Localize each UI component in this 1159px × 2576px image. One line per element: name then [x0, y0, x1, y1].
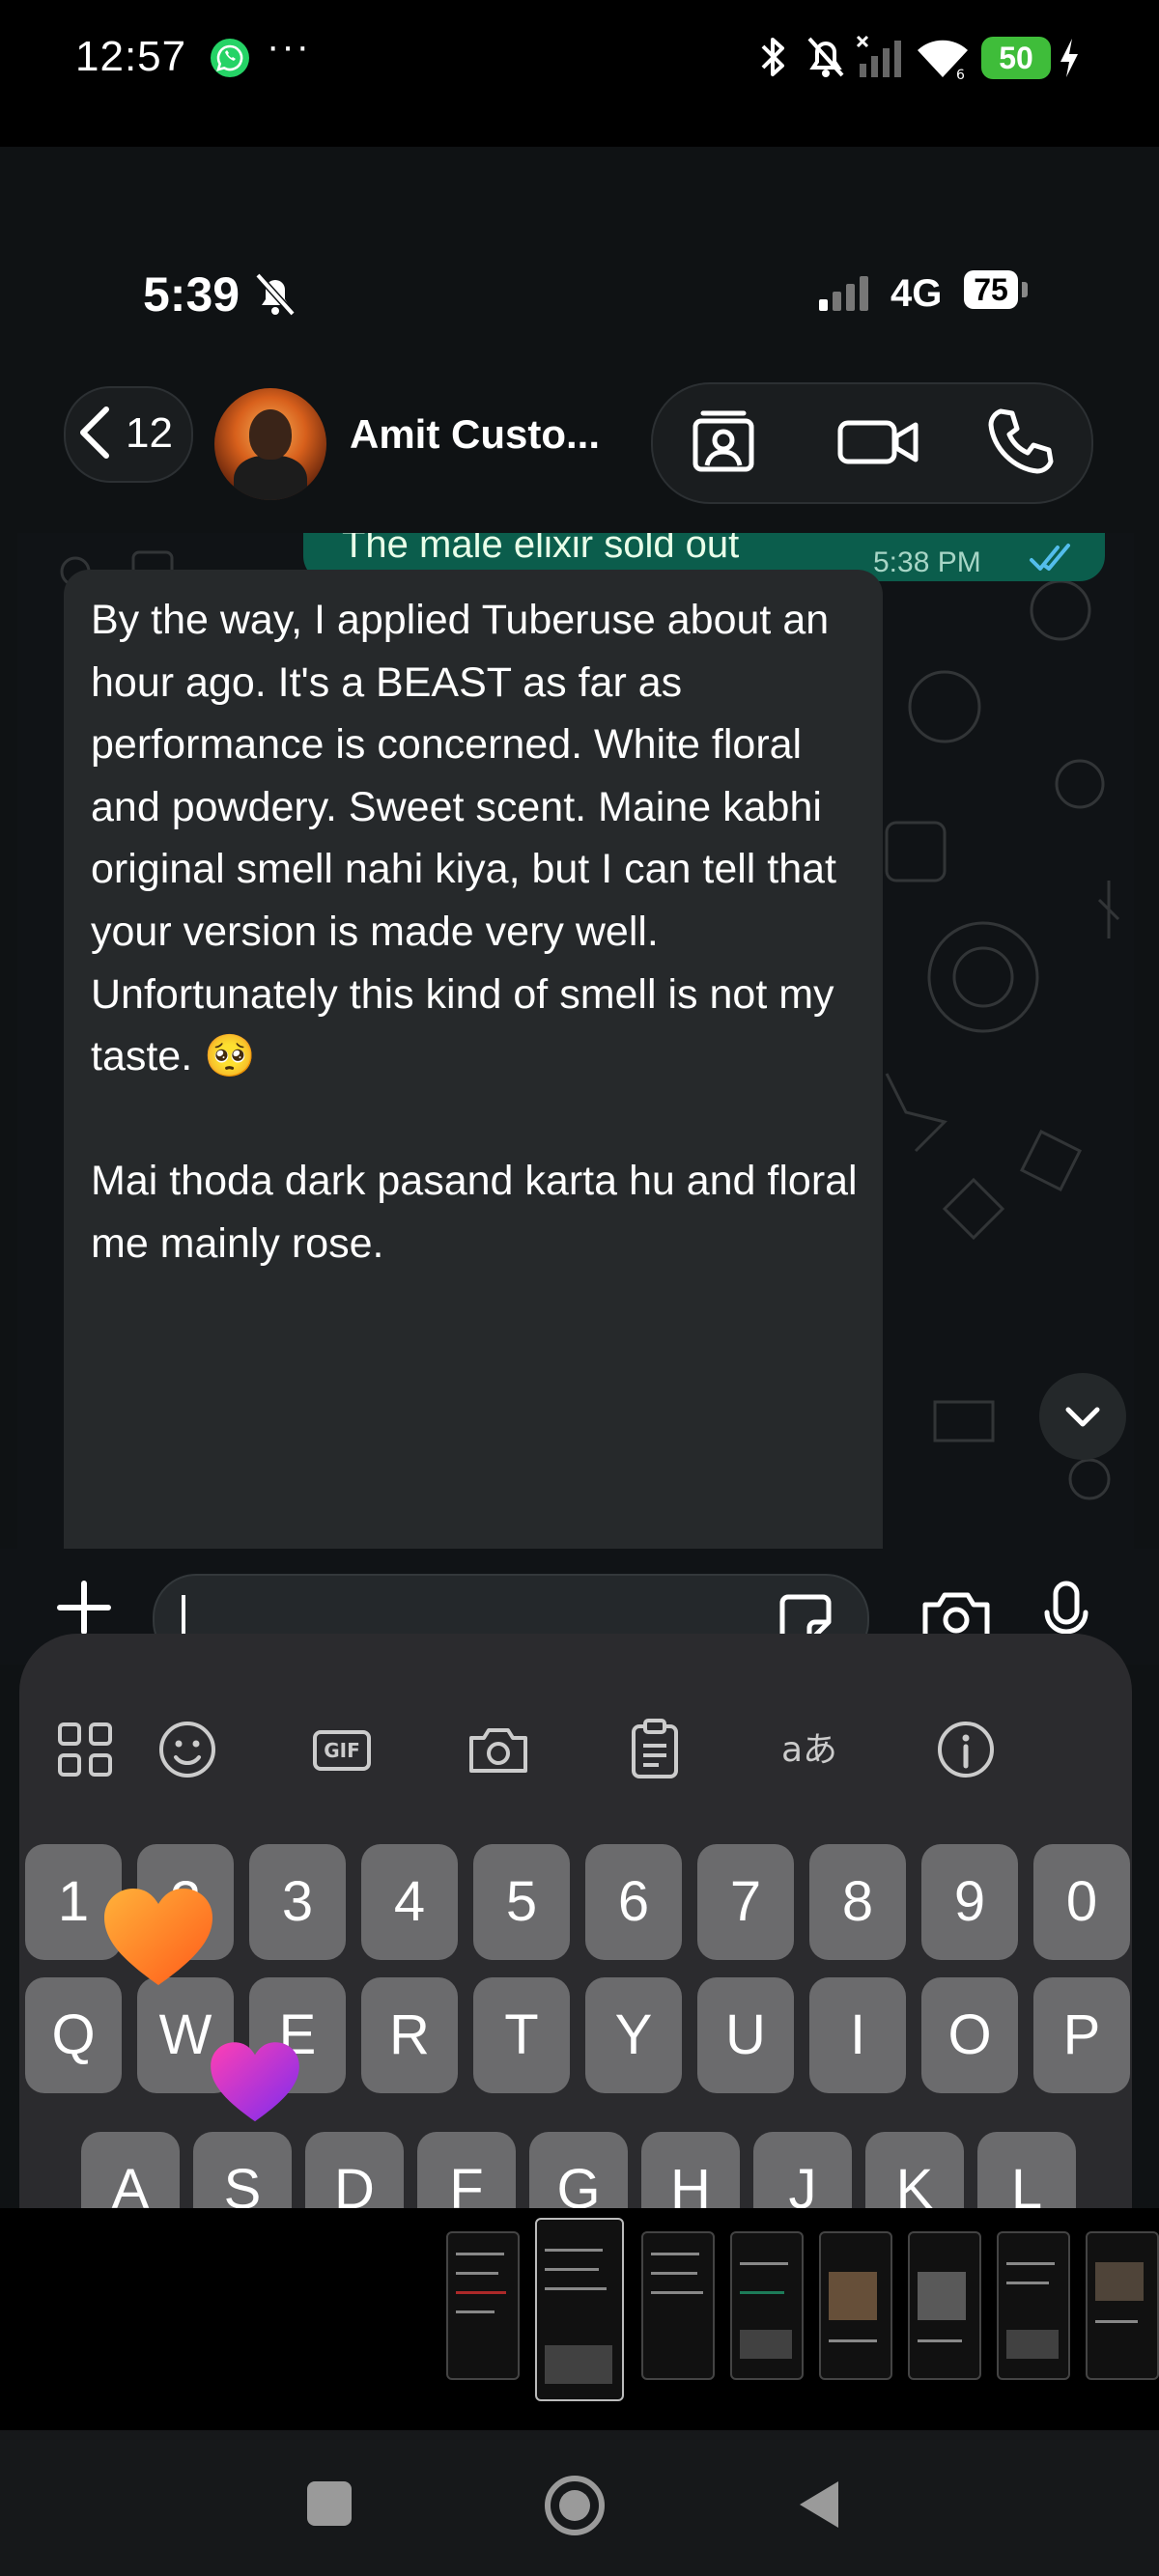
key-o[interactable]: O [921, 1977, 1018, 2093]
key-k[interactable]: K [865, 2132, 964, 2208]
clipboard-icon[interactable] [620, 1715, 690, 1784]
avatar-body [234, 456, 307, 500]
chat-area[interactable]: The male elixir sold out 5:38 PM By the … [17, 533, 1134, 1549]
key-d[interactable]: D [305, 2132, 404, 2208]
chevron-down-icon [1065, 1407, 1100, 1427]
unread-count[interactable]: 12 [126, 409, 173, 458]
key-3[interactable]: 3 [249, 1844, 346, 1960]
bell-muted-icon [253, 270, 297, 323]
avatar-face [249, 409, 292, 460]
received-message-bubble[interactable]: By the way, I applied Tuberuse about an … [64, 570, 883, 1549]
mute-icon [804, 33, 848, 86]
key-f[interactable]: F [417, 2132, 516, 2208]
key-9[interactable]: 9 [921, 1844, 1018, 1960]
key-u[interactable]: U [697, 1977, 794, 2093]
sent-message-text: The male elixir sold out [342, 533, 740, 566]
key-7[interactable]: 7 [697, 1844, 794, 1960]
key-h[interactable]: H [641, 2132, 740, 2208]
info-icon[interactable] [931, 1715, 1001, 1784]
bluetooth-icon [753, 33, 792, 86]
android-clock: 12:57 [75, 33, 187, 80]
avatar[interactable] [214, 388, 326, 500]
battery-cap [1022, 282, 1028, 297]
triangle-back-icon[interactable] [792, 2476, 846, 2538]
thumbnail[interactable] [446, 2231, 520, 2380]
chevron-left-icon[interactable] [73, 404, 118, 466]
charging-icon [1057, 37, 1082, 84]
square-icon[interactable] [307, 2481, 352, 2526]
key-0[interactable]: 0 [1033, 1844, 1130, 1960]
ios-battery-indicator: 75 [964, 270, 1018, 309]
key-y[interactable]: Y [585, 1977, 682, 2093]
key-4[interactable]: 4 [361, 1844, 458, 1960]
svg-text:6: 6 [956, 68, 965, 81]
scroll-to-bottom-button[interactable] [1039, 1373, 1126, 1460]
translate-label: aあ [781, 1730, 837, 1770]
emoji-icon[interactable] [153, 1715, 222, 1784]
wifi-icon: 6 [914, 35, 972, 86]
thumbnail[interactable] [819, 2231, 892, 2380]
key-t[interactable]: T [473, 1977, 570, 2093]
sent-message-time: 5:38 PM [873, 546, 981, 578]
thumbnail[interactable] [908, 2231, 981, 2380]
key-p[interactable]: P [1033, 1977, 1130, 2093]
thumbnail[interactable] [730, 2231, 804, 2380]
battery-indicator: 50 [981, 37, 1051, 79]
read-receipt-icon [1028, 543, 1074, 580]
camera-icon[interactable] [464, 1715, 533, 1784]
network-type: 4G [890, 272, 943, 315]
thumbnail[interactable] [641, 2231, 715, 2380]
key-i[interactable]: I [809, 1977, 906, 2093]
received-message-text: By the way, I applied Tuberuse about an … [91, 597, 858, 1267]
key-g[interactable]: G [529, 2132, 628, 2208]
video-camera-icon[interactable] [833, 400, 925, 483]
translate-icon[interactable]: aあ [775, 1715, 844, 1784]
key-r[interactable]: R [361, 1977, 458, 2093]
key-8[interactable]: 8 [809, 1844, 906, 1960]
circle-home-icon[interactable] [543, 2474, 607, 2542]
key-j[interactable]: J [753, 2132, 852, 2208]
gif-label: GIF [324, 1739, 360, 1762]
contact-card-icon[interactable] [682, 400, 765, 483]
signal-icon [856, 35, 904, 86]
key-6[interactable]: 6 [585, 1844, 682, 1960]
ios-clock: 5:39 [143, 267, 240, 322]
whatsapp-icon [211, 39, 249, 77]
thumbnail-selected[interactable] [535, 2218, 624, 2401]
more-notifications-icon: ··· [267, 25, 311, 68]
phone-icon[interactable] [979, 400, 1062, 483]
key-a[interactable]: A [81, 2132, 180, 2208]
key-s[interactable]: S [193, 2132, 292, 2208]
thumbnail[interactable] [1086, 2231, 1159, 2380]
key-l[interactable]: L [977, 2132, 1076, 2208]
recent-screenshots-strip [0, 2208, 1159, 2430]
gif-icon[interactable]: GIF [307, 1715, 377, 1784]
heart-reaction-icon [207, 2039, 303, 2131]
apps-grid-icon[interactable] [50, 1715, 120, 1784]
screenshot-preview: 5:39 4G 75 12 Amit Custo... The male eli… [0, 147, 1159, 2208]
heart-reaction-icon [100, 1885, 216, 1996]
cell-signal-icon [817, 274, 875, 318]
android-status-bar: 12:57 ··· 6 50 [0, 0, 1159, 126]
thumbnail[interactable] [997, 2231, 1070, 2380]
key-5[interactable]: 5 [473, 1844, 570, 1960]
contact-name[interactable]: Amit Custo... [350, 411, 600, 458]
